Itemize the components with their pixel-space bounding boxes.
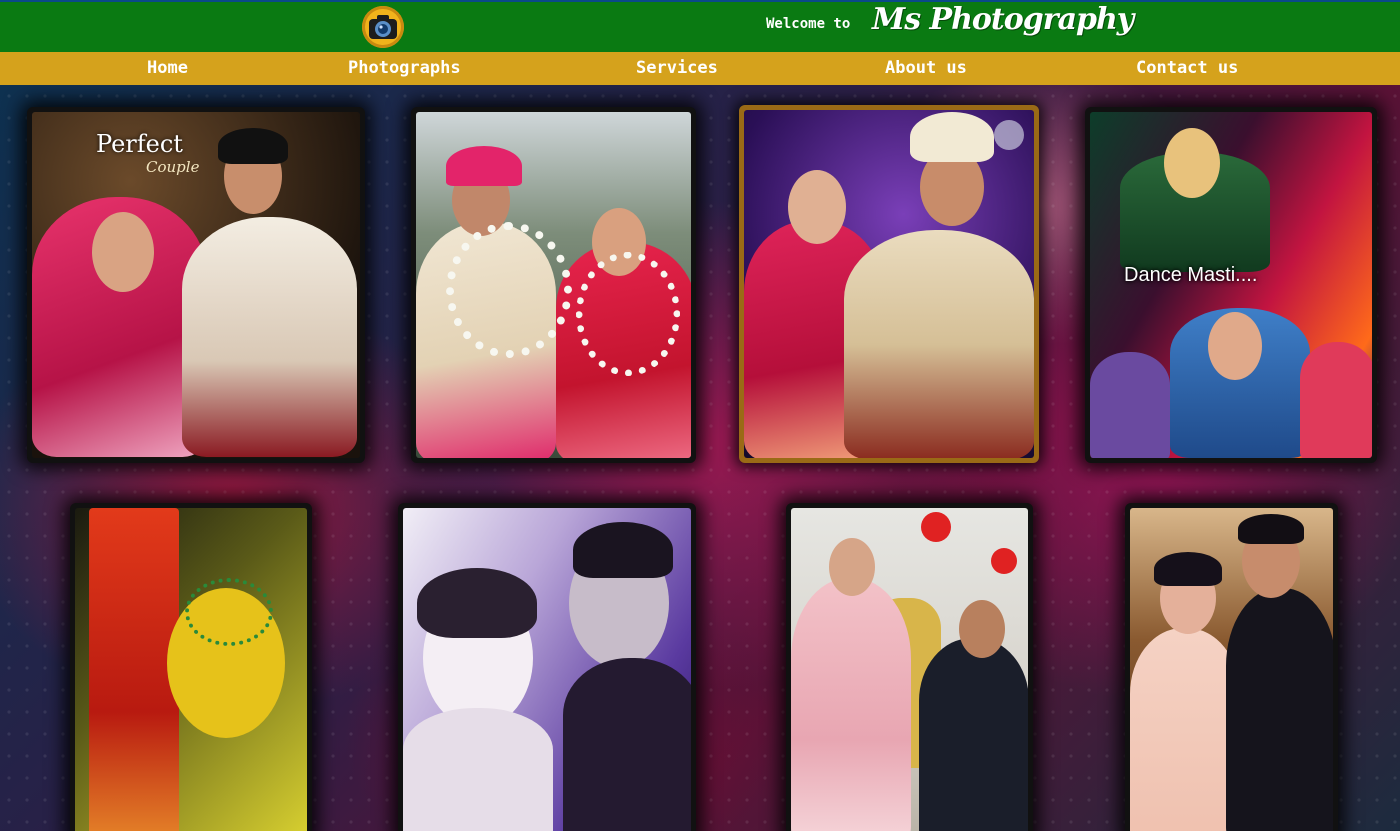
gallery-background: Perfect Couple Dance Masti.... <box>0 85 1400 831</box>
photo-purple-couple <box>744 110 1034 458</box>
nav-photographs[interactable]: Photographs <box>348 58 461 78</box>
main-nav: Home Photographs Services About us Conta… <box>0 52 1400 85</box>
nav-about-us[interactable]: About us <box>885 58 967 78</box>
photo-card-7[interactable] <box>786 503 1033 831</box>
photo-caption: Perfect <box>96 130 183 158</box>
photo-dance-masti: Dance Masti.... <box>1090 112 1372 458</box>
photo-card-1[interactable]: Perfect Couple <box>27 107 365 463</box>
photo-couple-portrait <box>1130 508 1333 831</box>
photo-card-3[interactable] <box>739 105 1039 463</box>
photo-card-6[interactable] <box>398 503 696 831</box>
watermark-icon <box>994 120 1024 150</box>
photo-card-4[interactable]: Dance Masti.... <box>1085 107 1377 463</box>
camera-icon[interactable] <box>362 6 404 48</box>
photo-caption: Dance Masti.... <box>1124 264 1258 286</box>
photo-ring-ceremony <box>791 508 1028 831</box>
top-header: Welcome to Ms Photography <box>0 0 1400 52</box>
nav-contact-us[interactable]: Contact us <box>1136 58 1238 78</box>
photo-subcaption: Couple <box>146 158 200 176</box>
photo-perfect-couple: Perfect Couple <box>32 112 360 458</box>
photo-bw-couple <box>403 508 691 831</box>
nav-home[interactable]: Home <box>147 58 188 78</box>
photo-card-8[interactable] <box>1125 503 1338 831</box>
nav-services[interactable]: Services <box>636 58 718 78</box>
photo-card-2[interactable] <box>411 107 696 463</box>
photo-bride-veil <box>75 508 307 831</box>
photo-card-5[interactable] <box>70 503 312 831</box>
brand-name[interactable]: Ms Photography <box>872 2 1134 37</box>
photo-garland-couple <box>416 112 691 458</box>
welcome-text: Welcome to <box>766 16 851 32</box>
